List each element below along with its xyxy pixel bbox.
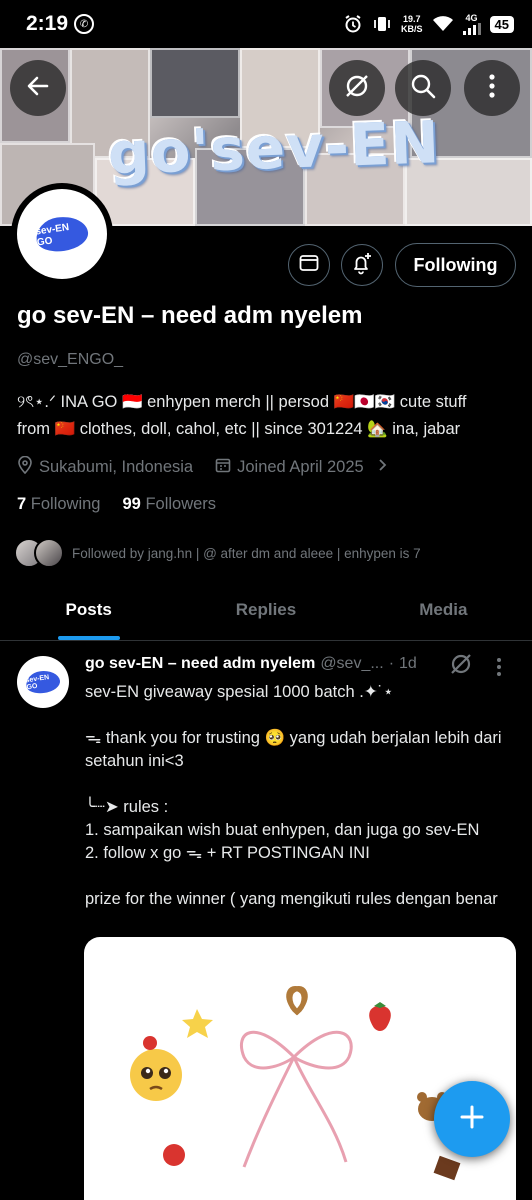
post-author-handle[interactable]: @sev_... <box>320 655 383 673</box>
user-handle: @sev_ENGO_ <box>17 351 124 368</box>
tab-posts[interactable]: Posts <box>0 580 177 640</box>
tab-media[interactable]: Media <box>355 580 532 640</box>
followers-stat[interactable]: 99 Followers <box>122 495 216 514</box>
profile-bio: ୨ৎ⋆.ᐟ INA GO 🇮🇩 enhypen merch || persod … <box>17 389 517 443</box>
bell-plus-icon <box>350 251 374 280</box>
wifi-icon <box>432 15 454 33</box>
network-speed-value: 19.7 <box>403 14 421 24</box>
tab-label: Replies <box>235 600 297 619</box>
tab-replies[interactable]: Replies <box>177 580 354 640</box>
search-icon <box>409 72 437 105</box>
active-tab-indicator <box>57 636 120 640</box>
following-label: Following <box>30 495 101 513</box>
status-bar: 2:19 ✆ 19.7 KB/S 4G 45 <box>0 0 532 48</box>
profile-meta: Sukabumi, Indonesia Joined April 2025 <box>17 455 388 479</box>
battery-indicator: 45 <box>489 15 514 33</box>
followed-by[interactable]: Followed by jang.hn | @ after dm and ale… <box>14 538 421 568</box>
bio-line: ୨ৎ⋆.ᐟ INA GO 🇮🇩 enhypen merch || persod … <box>17 393 467 411</box>
following-button[interactable]: Following <box>395 243 516 287</box>
cellular-signal-icon: 4G <box>462 12 481 35</box>
avatar <box>34 538 64 568</box>
star-sticker <box>182 1009 213 1038</box>
following-stat[interactable]: 7 Following <box>17 495 100 514</box>
bio-line: from 🇨🇳 clothes, doll, cahol, etc || sin… <box>17 420 461 438</box>
calendar-icon <box>215 457 231 478</box>
chevron-right-icon[interactable] <box>378 458 388 477</box>
grok-button[interactable] <box>329 60 385 116</box>
post-more-icon[interactable] <box>496 657 502 683</box>
grok-icon[interactable] <box>449 652 473 681</box>
network-type: 4G <box>465 12 478 23</box>
whatsapp-icon: ✆ <box>74 14 95 34</box>
bow-drawing <box>239 1030 353 1168</box>
post-image-artwork <box>130 986 461 1181</box>
chocolate-sticker <box>433 1155 461 1181</box>
status-icons: 19.7 KB/S 4G 45 <box>343 12 514 35</box>
followers-count: 99 <box>122 495 141 513</box>
post-text: sev-EN giveaway spesial 1000 batch .✦˙⋆ … <box>85 683 502 908</box>
avatar-logo-text: sev-EN GO <box>24 668 62 696</box>
network-speed: 19.7 KB/S <box>401 14 423 34</box>
arrow-left-icon <box>25 73 51 104</box>
post-header: go sev-EN – need adm nyelem @sev_... · 1… <box>85 655 485 673</box>
avatar-logo-text: sev-EN GO <box>33 213 91 255</box>
joined-date: Joined April 2025 <box>237 458 364 476</box>
notifications-button[interactable] <box>341 244 383 286</box>
tab-label: Media <box>419 600 468 619</box>
network-speed-unit: KB/S <box>401 24 423 34</box>
apple-sticker <box>163 1144 185 1166</box>
search-button[interactable] <box>395 60 451 116</box>
banner-title: go'sev-EN <box>106 108 442 188</box>
post-image[interactable] <box>84 937 516 1200</box>
profile-avatar[interactable]: sev-EN GO <box>11 183 113 285</box>
tab-label: Posts <box>65 600 112 619</box>
profile-tabs: Posts Replies Media <box>0 580 532 641</box>
follow-stats: 7 Following 99 Followers <box>17 495 216 514</box>
following-count: 7 <box>17 495 27 513</box>
location-pin-icon <box>17 455 33 479</box>
status-time: 2:19 <box>26 12 69 35</box>
post-author-name[interactable]: go sev-EN – need adm nyelem <box>85 655 315 673</box>
more-vertical-icon <box>488 73 496 104</box>
strawberry-sticker <box>369 1002 391 1031</box>
vibrate-icon <box>372 14 392 34</box>
display-name: go sev-EN – need adm nyelem <box>17 302 363 329</box>
back-button[interactable] <box>10 60 66 116</box>
avatar-logo: sev-EN GO <box>17 189 107 279</box>
followed-by-text: Followed by jang.hn | @ after dm and ale… <box>72 545 421 561</box>
alarm-icon <box>343 14 363 34</box>
post-separator: · <box>388 655 395 672</box>
post-time: 1d <box>399 655 417 672</box>
compose-post-button[interactable] <box>434 1081 510 1157</box>
more-options-button[interactable] <box>464 60 520 116</box>
plus-icon <box>458 1103 486 1136</box>
post-author-avatar[interactable]: sev-EN GO <box>17 656 69 708</box>
profile-location: Sukabumi, Indonesia <box>39 458 194 476</box>
grok-icon <box>343 72 371 105</box>
followed-by-avatars <box>14 538 64 568</box>
banner-photo <box>150 48 240 118</box>
pretzel-sticker <box>286 986 308 1016</box>
message-button[interactable] <box>288 244 330 286</box>
pleading-face-sticker <box>130 1036 182 1101</box>
envelope-icon <box>299 254 319 277</box>
followers-label: Followers <box>145 495 217 513</box>
